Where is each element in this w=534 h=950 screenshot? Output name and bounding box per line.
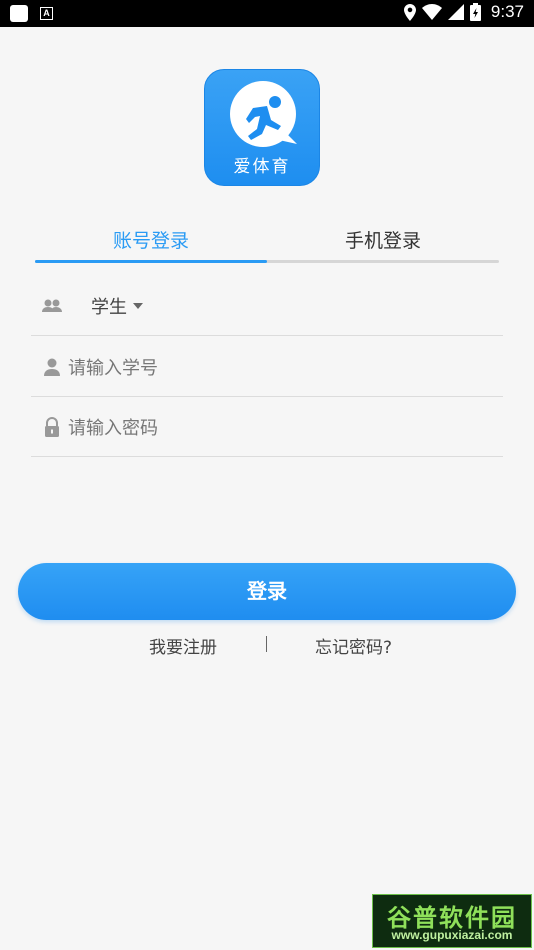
app-logo: 爱体育 bbox=[204, 69, 320, 186]
student-id-field[interactable]: 请输入学号 bbox=[31, 337, 503, 397]
location-icon bbox=[403, 3, 416, 21]
password-field[interactable]: 请输入密码 bbox=[31, 397, 503, 457]
a-notification-icon: A bbox=[40, 7, 53, 20]
status-bar: A 9:37 bbox=[0, 0, 534, 27]
link-separator bbox=[266, 636, 267, 652]
role-selector[interactable]: 学生 bbox=[31, 276, 503, 336]
login-button[interactable]: 登录 bbox=[18, 563, 516, 620]
role-value: 学生 bbox=[91, 297, 127, 318]
tab-active-indicator bbox=[35, 260, 267, 263]
app-square-icon bbox=[10, 5, 28, 22]
student-id-input[interactable]: 请输入学号 bbox=[68, 354, 158, 380]
site-watermark: 谷普软件园 www.gupuxiazai.com bbox=[372, 894, 532, 948]
watermark-url: www.gupuxiazai.com bbox=[391, 928, 513, 942]
login-tabs: 账号登录 手机登录 bbox=[35, 220, 499, 264]
wifi-icon bbox=[421, 4, 442, 20]
signal-icon bbox=[447, 4, 464, 20]
dropdown-arrow-icon[interactable] bbox=[133, 303, 143, 309]
clock: 9:37 bbox=[490, 2, 524, 21]
register-link[interactable]: 我要注册 bbox=[149, 633, 217, 658]
auth-links: 我要注册 忘记密码? bbox=[0, 633, 534, 659]
user-icon bbox=[44, 358, 60, 376]
tab-phone-login[interactable]: 手机登录 bbox=[267, 226, 499, 253]
battery-icon bbox=[469, 3, 481, 21]
users-icon bbox=[42, 299, 62, 312]
forgot-password-link[interactable]: 忘记密码? bbox=[315, 633, 392, 658]
app-name-text: 爱体育 bbox=[233, 157, 291, 177]
lock-icon bbox=[45, 417, 59, 437]
tab-account-login[interactable]: 账号登录 bbox=[35, 226, 267, 253]
password-input[interactable]: 请输入密码 bbox=[68, 414, 158, 440]
